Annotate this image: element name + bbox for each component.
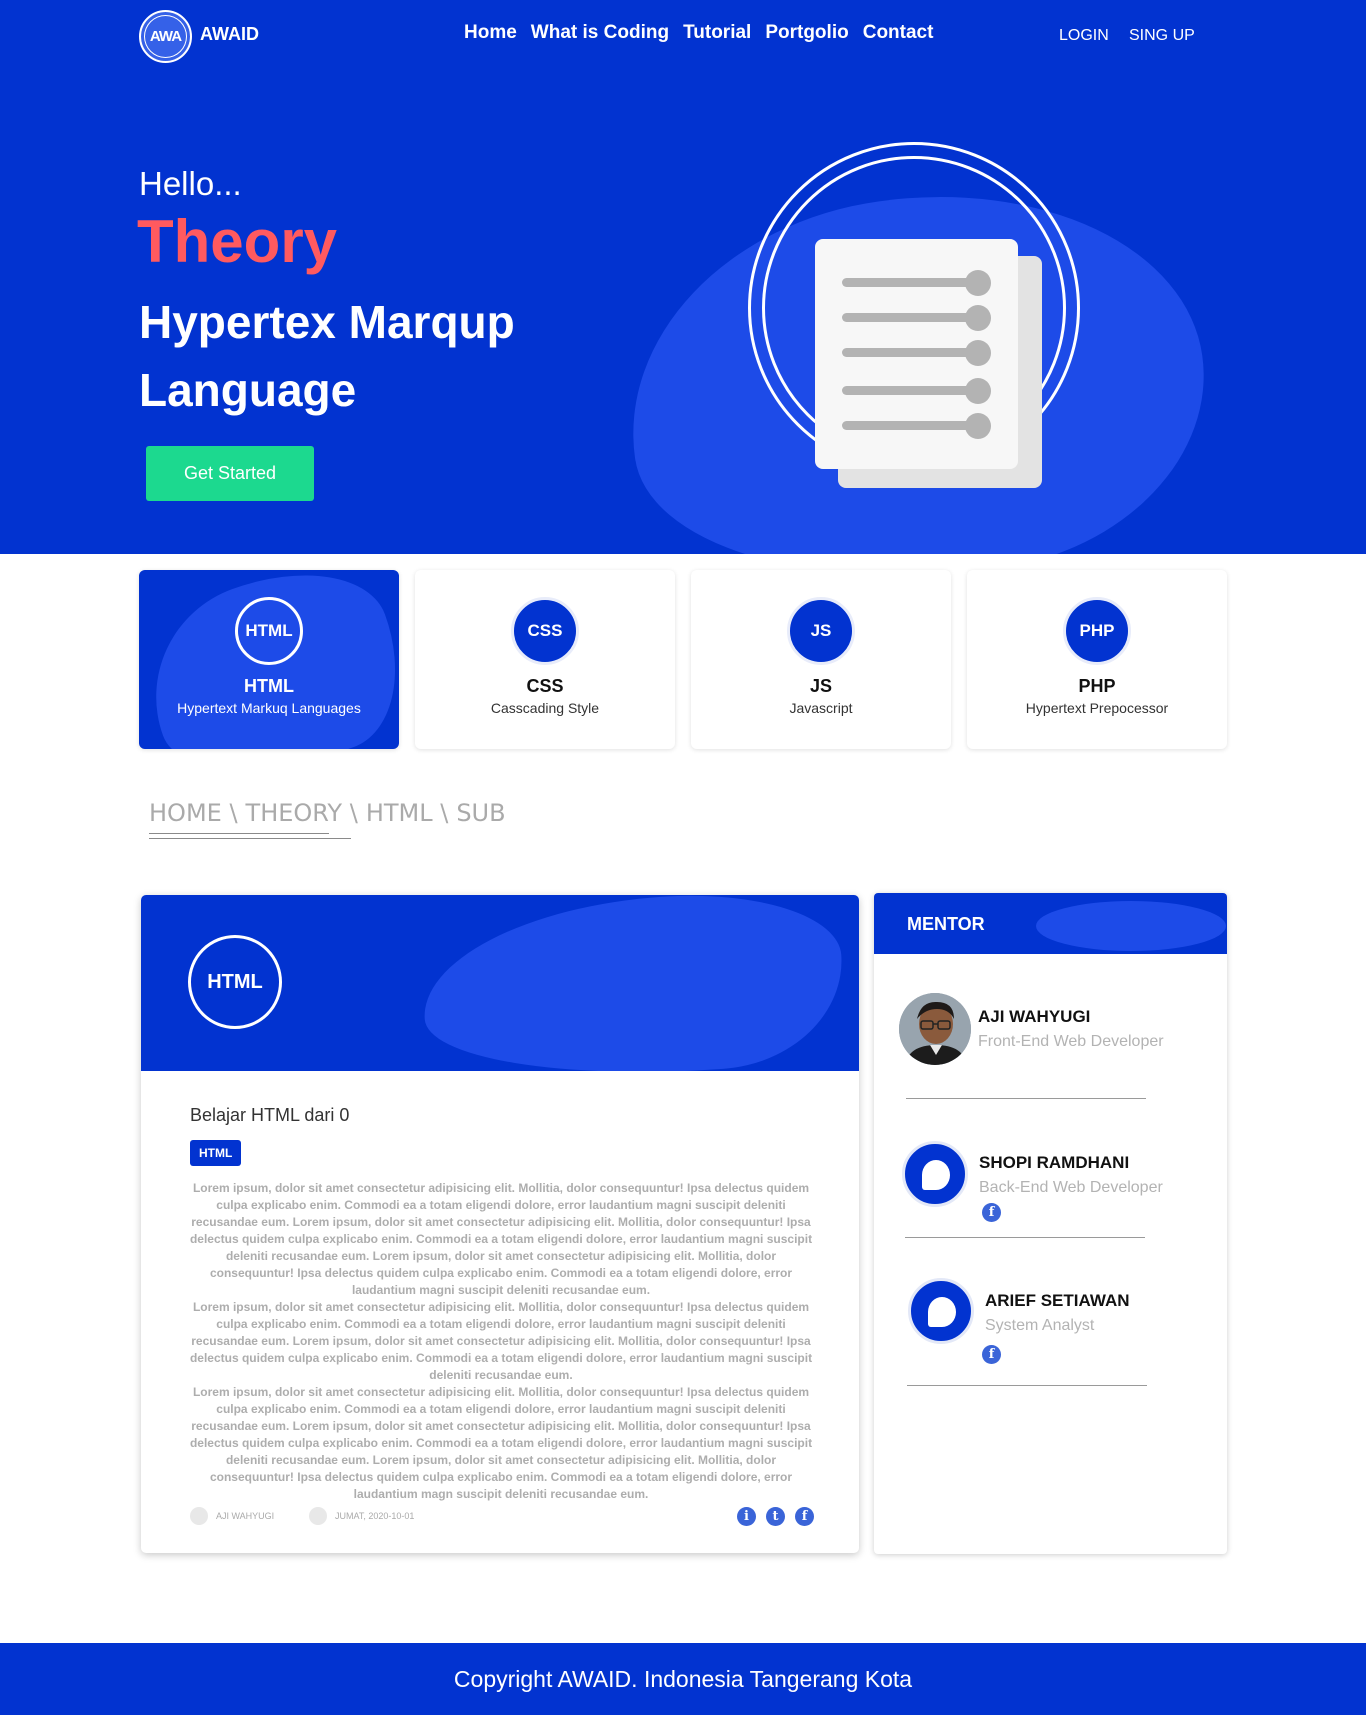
article-tag[interactable]: HTML — [190, 1140, 242, 1166]
mentor-divider — [905, 1237, 1145, 1238]
article-header: HTML — [141, 895, 859, 1071]
hero-subtitle: Hypertex Marqup Language — [139, 296, 515, 416]
login-link[interactable]: LOGIN — [1059, 27, 1109, 45]
card-title: CSS — [526, 676, 564, 696]
category-cards: HTML HTML Hypertext Markuq Languages CSS… — [139, 570, 1227, 749]
mentor-title: MENTOR — [907, 914, 985, 934]
author-name: AJI WAHYUGI — [216, 1511, 275, 1521]
mentor-role: System Analyst — [985, 1317, 1095, 1334]
breadcrumb-theory[interactable]: THEORY \ — [246, 799, 358, 827]
mentor-divider — [906, 1098, 1146, 1099]
article-background-blob — [417, 895, 849, 1071]
avatar-placeholder-icon — [908, 1278, 974, 1344]
card-description: Hypertext Markuq Languages — [177, 700, 361, 716]
nav-links: Home What is Coding Tutorial Portgolio C… — [464, 22, 933, 44]
facebook-icon[interactable]: f — [982, 1345, 1001, 1364]
mentor-role: Back-End Web Developer — [979, 1179, 1163, 1196]
nav-link-contact[interactable]: Contact — [863, 22, 934, 44]
card-description: Hypertext Prepocessor — [1025, 700, 1169, 716]
mentor-panel: MENTOR AJI WAHYUGI Front-End Web Develop… — [874, 893, 1227, 1554]
get-started-button[interactable]: Get Started — [146, 446, 314, 501]
mentor-background-blob — [1036, 901, 1226, 951]
brand-name[interactable]: AWAID — [200, 24, 259, 45]
navbar: AWA AWAID Home What is Coding Tutorial P… — [0, 0, 1366, 74]
footer: Copyright AWAID. Indonesia Tangerang Kot… — [0, 1643, 1366, 1715]
hero-section: AWA AWAID Home What is Coding Tutorial P… — [0, 0, 1366, 554]
mentor-header: MENTOR — [874, 893, 1227, 954]
card-title: JS — [809, 676, 833, 696]
avatar — [899, 993, 971, 1065]
signup-link[interactable]: SING UP — [1129, 27, 1195, 45]
article-date: JUMAT, 2020-10-01 — [309, 1507, 414, 1525]
mentor-role: Front-End Web Developer — [978, 1033, 1164, 1050]
html-icon: HTML — [235, 597, 303, 665]
php-icon: PHP — [1063, 597, 1131, 665]
breadcrumb-underline — [149, 838, 351, 839]
hero-greeting: Hello... — [139, 165, 242, 202]
article-title: Belajar HTML dari 0 — [190, 1105, 350, 1125]
article-paragraph: Lorem ipsum, dolor sit amet consectetur … — [189, 1300, 813, 1382]
nav-link-home[interactable]: Home — [464, 22, 517, 44]
hero-highlight: Theory — [137, 208, 338, 275]
css-icon: CSS — [511, 597, 579, 665]
card-title: PHP — [1078, 676, 1116, 696]
card-title: HTML — [244, 676, 294, 696]
facebook-icon[interactable]: f — [795, 1507, 814, 1526]
nav-link-what-is-coding[interactable]: What is Coding — [531, 22, 669, 44]
nav-link-tutorial[interactable]: Tutorial — [683, 22, 751, 44]
mentor-name: SHOPI RAMDHANI — [979, 1153, 1130, 1172]
category-card-js[interactable]: JS JS Javascript — [691, 570, 951, 749]
category-card-php[interactable]: PHP PHP Hypertext Prepocessor — [967, 570, 1227, 749]
avatar-placeholder-icon — [902, 1141, 968, 1207]
article-card: HTML Belajar HTML dari 0 HTML Lorem ipsu… — [141, 895, 859, 1553]
breadcrumb-underline — [149, 833, 329, 834]
logo-icon[interactable]: AWA — [139, 10, 192, 63]
category-card-css[interactable]: CSS CSS Casscading Style — [415, 570, 675, 749]
calendar-icon — [309, 1507, 327, 1525]
mentor-divider — [907, 1385, 1147, 1386]
card-description: Casscading Style — [490, 700, 600, 716]
article-social-links: i t f — [737, 1507, 814, 1526]
mentor-name: AJI WAHYUGI — [978, 1007, 1091, 1026]
mentor-name: ARIEF SETIAWAN — [985, 1291, 1130, 1310]
info-icon[interactable]: i — [737, 1507, 756, 1526]
breadcrumb: HOME \ THEORY \ HTML \ SUB — [149, 799, 506, 827]
category-card-html[interactable]: HTML HTML Hypertext Markuq Languages — [139, 570, 399, 749]
article-paragraph: Lorem ipsum, dolor sit amet consectetur … — [189, 1181, 813, 1297]
article-author: AJI WAHYUGI — [190, 1507, 274, 1525]
article-paragraph: Lorem ipsum, dolor sit amet consectetur … — [189, 1385, 813, 1501]
facebook-icon[interactable]: f — [982, 1203, 1001, 1222]
card-description: Javascript — [789, 700, 853, 716]
author-icon — [190, 1507, 208, 1525]
html-badge-icon: HTML — [188, 935, 282, 1029]
date-text: JUMAT, 2020-10-01 — [335, 1511, 415, 1521]
breadcrumb-html[interactable]: HTML \ — [366, 799, 449, 827]
nav-link-portfolio[interactable]: Portgolio — [765, 22, 848, 44]
breadcrumb-sub[interactable]: SUB — [456, 799, 505, 827]
twitter-icon[interactable]: t — [766, 1507, 785, 1526]
js-icon: JS — [787, 597, 855, 665]
footer-text: Copyright AWAID. Indonesia Tangerang Kot… — [453, 1665, 913, 1692]
breadcrumb-home[interactable]: HOME \ — [149, 799, 238, 827]
